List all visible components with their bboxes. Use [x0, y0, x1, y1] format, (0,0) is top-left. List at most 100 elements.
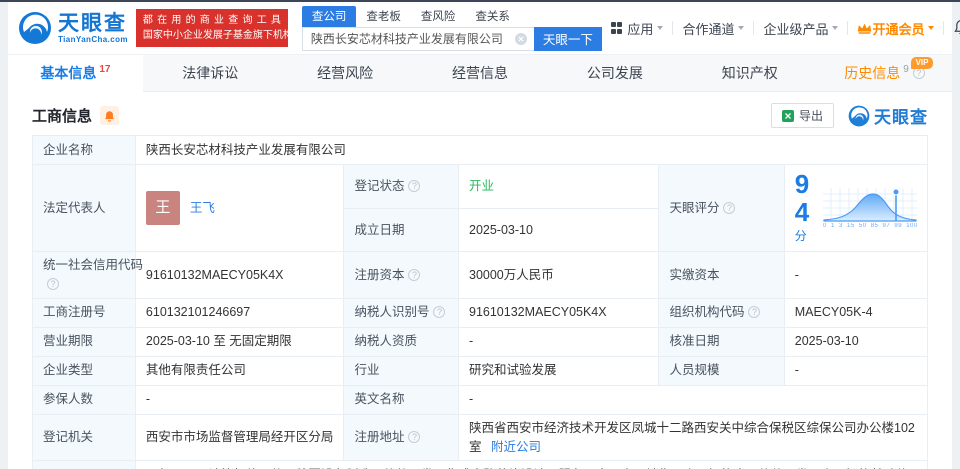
industry-value: 研究和试验发展	[457, 355, 660, 386]
field-label: 工商注册号	[32, 297, 136, 328]
monitor-bell-button[interactable]	[100, 106, 120, 125]
reg-number-value: 610132101246697	[134, 297, 345, 328]
field-label: 经营范围?	[32, 460, 136, 469]
bell-icon	[105, 110, 114, 122]
field-label: 核准日期	[658, 326, 785, 357]
brand-slogan: 都在用的商业查询工具 国家中小企业发展子基金旗下机构	[135, 9, 293, 47]
crown-icon	[858, 23, 872, 34]
nav-apps[interactable]: 应用	[602, 19, 673, 38]
reg-address-value: 陕西省西安市经济技术开发区凤城十二路西安关中综合保税区综保公司办公楼102室 附…	[458, 413, 928, 462]
field-label: 登记状态?	[343, 164, 459, 209]
table-row: 企业类型 其他有限责任公司 行业 研究和试验发展 人员规模 -	[32, 355, 929, 386]
top-navigation: 应用 合作通道 企业级产品 开通会员	[602, 19, 960, 38]
chevron-down-icon	[657, 26, 664, 30]
logo-domain: TianYanCha.com	[58, 34, 128, 44]
org-code-value: MAECY05K-4	[783, 297, 929, 328]
nav-open-vip[interactable]: 开通会员	[848, 19, 943, 38]
score-value: 94	[794, 169, 810, 227]
business-scope-value: 一般项目：计算机软硬件及外围设备制造；软件开发；集成电路芯片设计及服务；电子产品…	[134, 460, 929, 469]
bell-icon	[954, 19, 960, 34]
field-label: 注册地址?	[343, 413, 459, 462]
insured-count-value: -	[134, 384, 345, 415]
question-circle-icon[interactable]: ?	[912, 67, 925, 79]
field-label: 登记机关	[32, 413, 136, 462]
tab-legal-proceedings[interactable]: 法律诉讼	[143, 55, 278, 91]
establish-date-value: 2025-03-10	[457, 207, 660, 253]
table-row: 经营范围? 一般项目：计算机软硬件及外围设备制造；软件开发；集成电路芯片设计及服…	[32, 460, 929, 469]
field-label: 纳税人资质	[343, 326, 459, 357]
paid-capital-value: -	[783, 251, 929, 299]
table-row: 统一社会信用代码? 91610132MAECY05K4X 注册资本? 30000…	[32, 251, 929, 299]
taxpayer-id-value: 91610132MAECY05K4X	[457, 297, 660, 328]
question-circle-icon[interactable]: ?	[408, 268, 421, 281]
company-tab-bar: 基本信息 17 法律诉讼 经营风险 经营信息 公司发展 知识产权 历史信息 9 ? …	[8, 54, 952, 92]
search-tab-risk[interactable]: 查风险	[411, 6, 466, 27]
page-container: 天眼查 TianYanCha.com 都在用的商业查询工具 国家中小企业发展子基…	[8, 2, 960, 469]
tianyancha-logo-icon	[848, 105, 870, 126]
question-circle-icon[interactable]: ?	[408, 431, 421, 444]
nav-partner-channel[interactable]: 合作通道	[673, 19, 753, 38]
tab-count: 9	[903, 63, 909, 75]
avatar[interactable]: 王	[145, 191, 180, 226]
tab-history-info[interactable]: 历史信息 9 ? VIP	[817, 55, 952, 91]
tab-basic-info[interactable]: 基本信息 17	[8, 55, 143, 92]
field-label: 企业类型	[32, 355, 136, 386]
vip-badge: VIP	[910, 57, 934, 69]
question-circle-icon[interactable]: ?	[723, 201, 736, 214]
logo-text: 天眼查	[58, 11, 127, 35]
tab-company-development[interactable]: 公司发展	[547, 55, 682, 91]
field-label: 注册资本?	[343, 251, 459, 299]
tab-intellectual-property[interactable]: 知识产权	[682, 55, 817, 91]
table-row: 工商注册号 610132101246697 纳税人识别号? 91610132MA…	[32, 297, 929, 328]
slogan-line2: 国家中小企业发展子基金旗下机构	[142, 30, 293, 41]
field-label: 天眼评分?	[658, 163, 785, 253]
search-block: 查公司 查老板 查风险 查关系 天眼一下	[301, 5, 602, 51]
watermark-logo: 天眼查	[848, 103, 928, 128]
question-circle-icon[interactable]: ?	[47, 278, 59, 290]
field-label: 企业名称	[32, 135, 136, 165]
question-circle-icon[interactable]: ?	[408, 179, 421, 192]
excel-icon	[781, 109, 794, 122]
legal-rep-link[interactable]: 王飞	[190, 199, 215, 218]
table-row: 法定代表人 王 王飞 登记状态? 开业 天眼评分? 94分 0 1 3 15 5…	[32, 163, 929, 253]
tab-operating-risk[interactable]: 经营风险	[278, 55, 413, 91]
search-tab-company[interactable]: 查公司	[301, 5, 357, 27]
section-header: 工商信息 导出 天眼查	[8, 92, 952, 135]
table-row: 营业期限 2025-03-10 至 无固定期限 纳税人资质 - 核准日期 202…	[32, 326, 929, 357]
chevron-down-icon	[928, 26, 935, 30]
slogan-line1: 都在用的商业查询工具	[142, 15, 281, 26]
credit-code-value: 91610132MAECY05K4X	[134, 251, 345, 299]
reg-capital-value: 30000万人民币	[457, 251, 660, 299]
nearby-companies-link[interactable]: 附近公司	[491, 440, 541, 454]
search-tab-relation[interactable]: 查关系	[465, 6, 520, 27]
section-title: 工商信息	[32, 108, 93, 125]
nav-enterprise-products[interactable]: 企业级产品	[754, 19, 847, 38]
export-button[interactable]: 导出	[770, 103, 834, 128]
table-row: 参保人数 - 英文名称 -	[32, 384, 928, 415]
field-label: 成立日期	[343, 207, 459, 253]
field-label: 营业期限	[32, 326, 136, 357]
company-type-value: 其他有限责任公司	[134, 355, 345, 386]
search-button[interactable]: 天眼一下	[533, 26, 602, 51]
field-label: 参保人数	[32, 384, 136, 415]
search-input[interactable]	[301, 26, 534, 51]
tianyancha-logo[interactable]: 天眼查 TianYanCha.com	[18, 11, 128, 45]
site-header: 天眼查 TianYanCha.com 都在用的商业查询工具 国家中小企业发展子基…	[8, 2, 960, 54]
score-distribution-chart: 0 1 3 15 50 85 97 99 100	[823, 187, 917, 229]
question-circle-icon[interactable]: ?	[748, 306, 761, 319]
taxpayer-qualification-value: -	[457, 326, 660, 357]
field-label: 组织机构代码?	[658, 297, 785, 328]
field-label: 纳税人识别号?	[343, 297, 459, 328]
search-tab-boss[interactable]: 查老板	[356, 6, 411, 27]
question-circle-icon[interactable]: ?	[433, 306, 446, 319]
company-name-value: 陕西长安芯材科技产业发展有限公司	[134, 135, 929, 165]
business-info-table: 企业名称 陕西长安芯材科技产业发展有限公司 法定代表人 王 王飞 登记状态? 开…	[8, 135, 952, 469]
field-label: 英文名称	[343, 384, 459, 415]
registry-authority-value: 西安市市场监督管理局经开区分局	[134, 413, 345, 462]
chevron-down-icon	[738, 26, 745, 30]
notifications-bell[interactable]	[944, 19, 960, 38]
tab-operating-info[interactable]: 经营信息	[413, 55, 548, 91]
table-row: 登记机关 西安市市场监督管理局经开区分局 注册地址? 陕西省西安市经济技术开发区…	[32, 413, 928, 462]
clear-input-icon[interactable]	[514, 32, 527, 45]
tianyancha-logo-icon	[19, 12, 51, 44]
